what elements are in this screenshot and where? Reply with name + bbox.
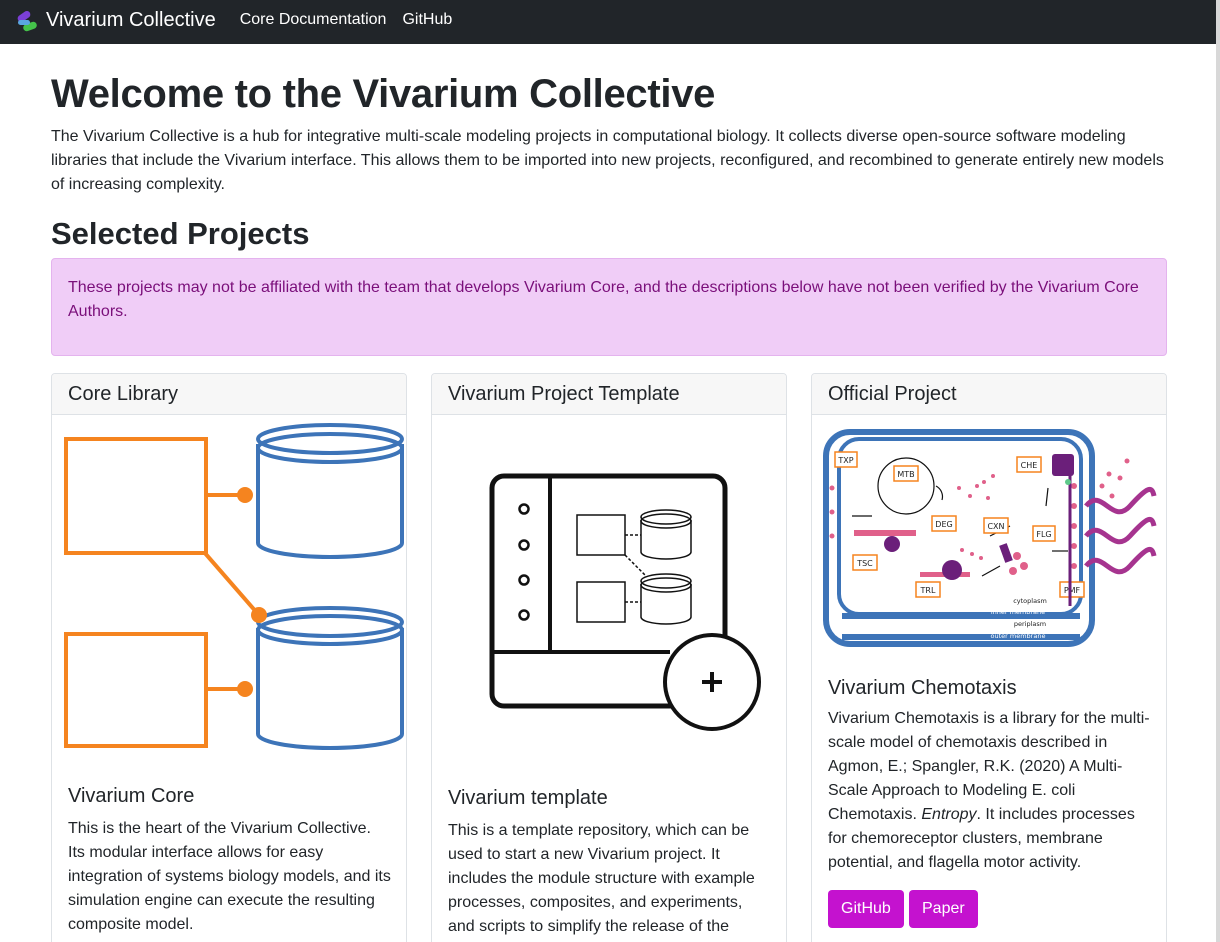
svg-text:TXP: TXP (837, 456, 853, 465)
svg-text:outer membrane: outer membrane (991, 632, 1046, 640)
card-official-project: Official Project TXP MTB CHE DEG CXN FLG… (811, 373, 1167, 942)
svg-text:inner membrane: inner membrane (991, 608, 1045, 616)
paper-button[interactable]: Paper (909, 890, 978, 928)
card-header: Vivarium Project Template (432, 374, 786, 415)
process-box-bottom (64, 632, 208, 748)
card-text: This is the heart of the Vivarium Collec… (68, 820, 391, 933)
svg-text:PMF: PMF (1064, 586, 1081, 595)
card-project-template: Vivarium Project Template Vivarium templ… (431, 373, 787, 942)
card-title: Vivarium Chemotaxis (828, 677, 1017, 699)
top-navbar: Vivarium Collective Core Documentation G… (0, 0, 1220, 44)
svg-text:CHE: CHE (1021, 461, 1038, 470)
disclaimer-alert: These projects may not be affiliated wit… (51, 258, 1167, 356)
card-text: Vivarium Chemotaxis is a library for the… (828, 710, 1150, 871)
svg-text:cytoplasm: cytoplasm (1013, 597, 1047, 605)
card-header: Official Project (812, 374, 1166, 415)
process-box-top (64, 437, 208, 555)
core-library-diagram (64, 423, 404, 750)
card-title: Vivarium template (448, 787, 608, 809)
card-core-library: Core Library Vivarium Core This is the h… (51, 373, 407, 942)
svg-text:TRL: TRL (920, 586, 936, 595)
svg-text:CXN: CXN (987, 522, 1004, 531)
svg-text:TSC: TSC (856, 559, 873, 568)
svg-text:DEG: DEG (935, 520, 952, 529)
nav-link-core-documentation[interactable]: Core Documentation (240, 11, 387, 29)
svg-text:MTB: MTB (897, 470, 914, 479)
navbar-brand[interactable]: Vivarium Collective (14, 9, 216, 35)
svg-text:periplasm: periplasm (1014, 620, 1046, 628)
page-title: Welcome to the Vivarium Collective (51, 72, 716, 116)
section-title: Selected Projects (51, 216, 310, 251)
chemotaxis-diagram: TXP MTB CHE DEG CXN FLG TSC TRL PMF cyto… (823, 429, 1157, 647)
vivarium-logo-icon (17, 10, 37, 32)
svg-text:FLG: FLG (1036, 530, 1051, 539)
plus-circle-icon (663, 633, 761, 731)
card-header: Core Library (52, 374, 406, 415)
card-text: This is a template repository, which can… (448, 822, 755, 935)
github-button[interactable]: GitHub (828, 890, 904, 928)
card-title: Vivarium Core (68, 785, 195, 807)
window-edge (1216, 0, 1220, 942)
intro-paragraph: The Vivarium Collective is a hub for int… (51, 128, 1164, 193)
nav-link-github[interactable]: GitHub (402, 11, 452, 29)
brand-name: Vivarium Collective (46, 8, 216, 31)
template-diagram (489, 473, 761, 731)
port-line-diagonal (202, 550, 260, 616)
